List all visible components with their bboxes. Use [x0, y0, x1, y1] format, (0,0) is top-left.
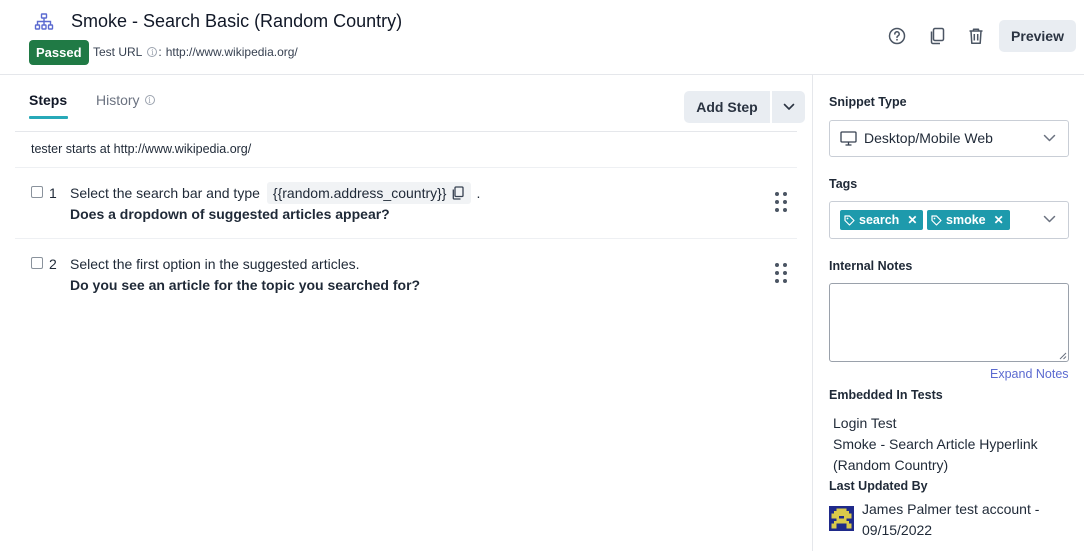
tag-chip: smoke ✕: [927, 210, 1010, 230]
info-icon: i: [144, 95, 155, 105]
internal-notes-textarea[interactable]: [829, 283, 1069, 362]
divider: [15, 167, 797, 168]
preview-button[interactable]: Preview: [999, 20, 1076, 52]
page-header: Smoke - Search Basic (Random Country) Pa…: [0, 0, 1084, 75]
step-action[interactable]: Select the search bar and type {{random.…: [70, 182, 480, 204]
tab-steps[interactable]: Steps: [29, 92, 67, 108]
sidebar-divider: [812, 75, 813, 551]
step-number: 2: [49, 256, 57, 272]
info-icon[interactable]: i: [147, 47, 158, 57]
test-url-value[interactable]: http://www.wikipedia.org/: [166, 45, 298, 59]
copy-icon[interactable]: [451, 186, 465, 200]
add-step-button[interactable]: Add Step: [684, 91, 770, 123]
embedded-in-tests-label: Embedded In Tests: [829, 388, 943, 402]
test-url-separator: :: [158, 45, 162, 59]
chevron-down-icon[interactable]: [1043, 215, 1056, 224]
tag-label: smoke: [946, 213, 986, 227]
sitemap-icon: [34, 13, 54, 30]
tag-icon: [931, 214, 942, 226]
tab-history[interactable]: History i: [96, 92, 156, 108]
step-action-suffix: .: [476, 185, 481, 201]
snippet-type-value: Desktop/Mobile Web: [864, 130, 993, 146]
step-action[interactable]: Select the first option in the suggested…: [70, 253, 360, 275]
tag-label: search: [859, 213, 900, 227]
trash-icon: [969, 28, 983, 45]
starting-url: tester starts at http://www.wikipedia.or…: [31, 142, 252, 156]
step-action-text: Select the search bar and type: [70, 185, 260, 201]
variable-name: {{random.address_country}}: [272, 185, 447, 201]
tag-icon: [844, 214, 855, 226]
step-question: Do you see an article for the topic you …: [70, 277, 421, 293]
step-action-text: Select the first option in the suggested…: [70, 256, 360, 272]
help-button[interactable]: [886, 25, 908, 47]
monitor-icon: [840, 131, 857, 146]
avatar: [829, 506, 854, 531]
duplicate-button[interactable]: [926, 25, 948, 47]
add-step-menu-button[interactable]: [772, 91, 805, 123]
test-url-label: Test URL: [93, 45, 143, 59]
last-updated-value: James Palmer test account - 09/15/2022: [862, 501, 1040, 538]
step-number: 1: [49, 185, 57, 201]
step-checkbox[interactable]: [31, 186, 43, 198]
tab-history-label: History: [96, 92, 140, 108]
internal-notes-label: Internal Notes: [829, 259, 913, 273]
divider: [15, 131, 797, 132]
remove-tag-icon[interactable]: ✕: [907, 213, 917, 227]
divider: [15, 238, 797, 239]
chevron-down-icon: [783, 103, 794, 110]
drag-handle-icon[interactable]: [773, 262, 789, 284]
last-updated-label: Last Updated By: [829, 479, 928, 493]
variable-chip[interactable]: {{random.address_country}}: [266, 182, 472, 204]
step-question: Does a dropdown of suggested articles ap…: [70, 206, 390, 222]
remove-tag-icon[interactable]: ✕: [994, 213, 1004, 227]
active-tab-indicator: [29, 116, 68, 119]
tags-label: Tags: [829, 177, 858, 191]
snippet-type-label: Snippet Type: [829, 95, 907, 109]
help-icon: [888, 27, 906, 45]
expand-notes-link[interactable]: Expand Notes: [990, 367, 1069, 381]
chevron-down-icon: [1043, 134, 1056, 142]
drag-handle-icon[interactable]: [773, 191, 789, 213]
step-checkbox[interactable]: [31, 257, 43, 269]
status-badge: Passed: [29, 40, 89, 65]
embedded-test-link[interactable]: Smoke - Search Article Hyperlink (Random…: [833, 434, 1063, 476]
tag-chip: search ✕: [840, 210, 924, 230]
snippet-type-select[interactable]: Desktop/Mobile Web: [829, 120, 1069, 157]
page-title: Smoke - Search Basic (Random Country): [71, 11, 403, 31]
copy-icon: [930, 27, 945, 45]
test-url: Test URL i : http://www.wikipedia.org/: [93, 45, 298, 59]
embedded-test-link[interactable]: Login Test: [833, 413, 897, 434]
delete-button[interactable]: [965, 25, 987, 47]
tags-select[interactable]: search ✕ smoke ✕: [829, 201, 1069, 239]
